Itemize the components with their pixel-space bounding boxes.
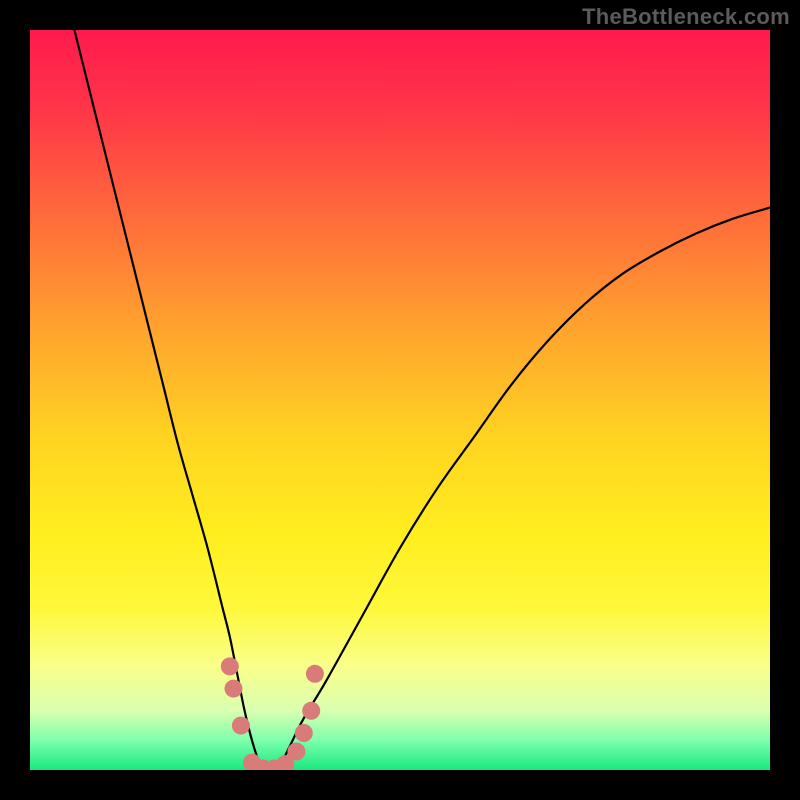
- marker-dot: [302, 702, 320, 720]
- bottleneck-chart: [30, 30, 770, 770]
- plot-area: [30, 30, 770, 770]
- marker-dot: [221, 657, 239, 675]
- chart-frame: TheBottleneck.com: [0, 0, 800, 800]
- marker-dot: [287, 743, 305, 761]
- marker-dot: [232, 717, 250, 735]
- marker-dot: [306, 665, 324, 683]
- marker-dot: [295, 724, 313, 742]
- marker-dot: [225, 680, 243, 698]
- gradient-background: [30, 30, 770, 770]
- attribution-label: TheBottleneck.com: [582, 4, 790, 30]
